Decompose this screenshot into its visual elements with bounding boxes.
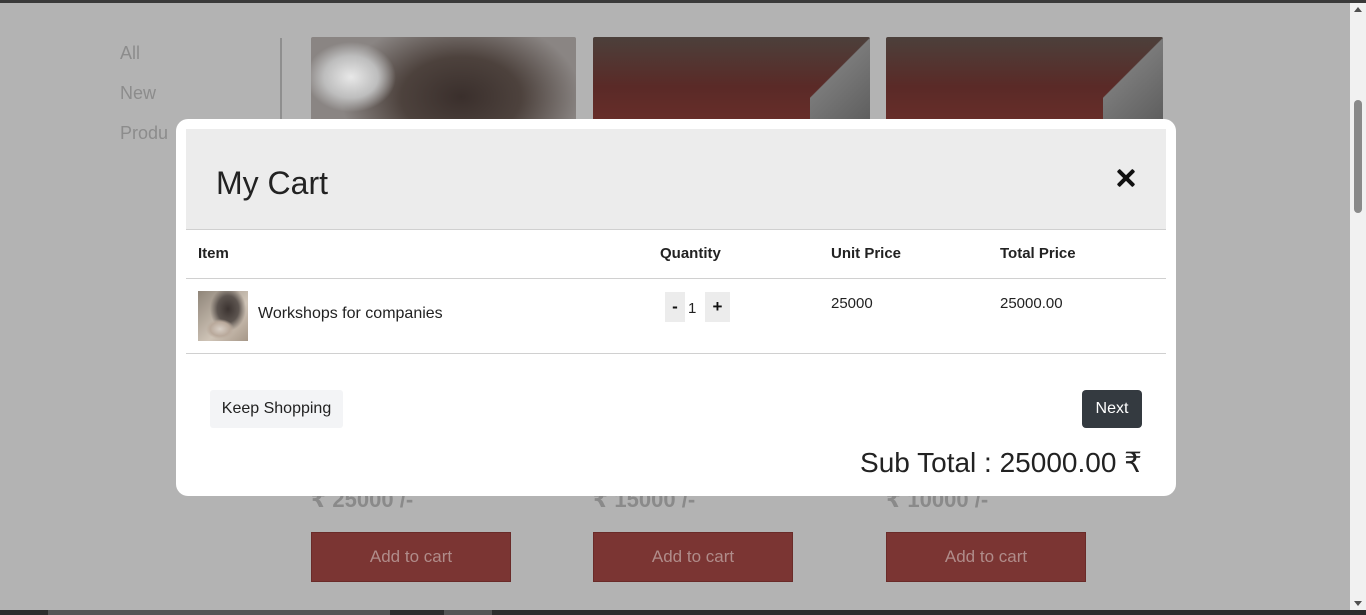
category-products: Produ — [120, 123, 169, 143]
add-to-cart-button: Add to cart — [886, 532, 1086, 582]
add-to-cart-button: Add to cart — [593, 532, 793, 582]
taskbar-edge — [0, 610, 1366, 615]
subtotal-text: Sub Total : 25000.00 ₹ — [860, 447, 1142, 478]
modal-header: My Cart — [186, 129, 1166, 229]
scroll-up-arrow-icon[interactable] — [1354, 7, 1362, 12]
table-header-divider — [186, 278, 1166, 279]
category-all: All — [120, 43, 141, 63]
item-name: Workshops for companies — [258, 305, 443, 322]
product-image — [311, 37, 576, 127]
taskbar-segment — [48, 610, 390, 615]
unit-price-value: 25000 — [831, 295, 873, 312]
keep-shopping-button[interactable]: Keep Shopping — [210, 390, 343, 428]
taskbar-segment — [444, 610, 492, 615]
column-header-item: Item — [198, 245, 229, 262]
vertical-scrollbar[interactable] — [1350, 3, 1366, 610]
next-button[interactable]: Next — [1082, 390, 1142, 428]
decrement-quantity-button[interactable]: - — [665, 292, 685, 322]
column-header-unit-price: Unit Price — [831, 245, 902, 262]
modal-title: My Cart — [216, 165, 328, 201]
product-thumbnail — [198, 291, 248, 341]
column-header-quantity: Quantity — [660, 245, 721, 262]
column-header-total-price: Total Price — [1000, 245, 1076, 262]
total-price-value: 25000.00 — [1000, 295, 1063, 312]
cart-modal: My Cart Item Quantity Unit Price Total P… — [176, 119, 1176, 496]
product-image — [886, 37, 1163, 127]
add-to-cart-button: Add to cart — [311, 532, 511, 582]
table-bottom-divider — [186, 353, 1166, 354]
sidebar-divider — [280, 38, 282, 128]
product-image — [593, 37, 870, 127]
quantity-value: 1 — [688, 300, 697, 317]
scroll-down-arrow-icon[interactable] — [1354, 601, 1362, 606]
category-new: New — [120, 83, 157, 103]
close-icon[interactable] — [1114, 166, 1138, 190]
scroll-thumb[interactable] — [1354, 100, 1362, 213]
increment-quantity-button[interactable]: + — [705, 292, 730, 322]
table-top-divider — [186, 229, 1166, 230]
